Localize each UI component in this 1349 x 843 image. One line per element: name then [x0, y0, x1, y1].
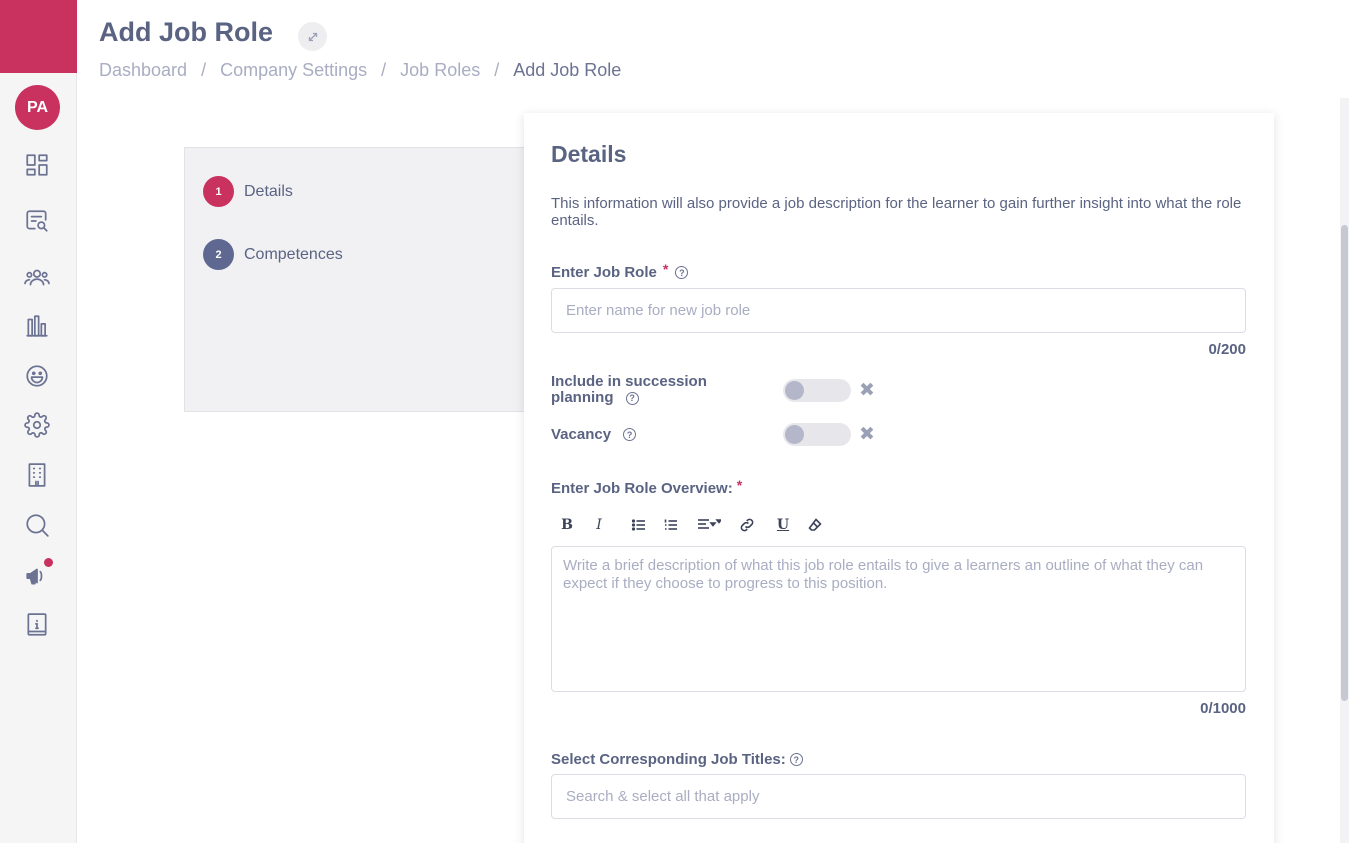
breadcrumb-separator: /	[201, 60, 207, 80]
details-card: Details This information will also provi…	[524, 113, 1274, 843]
megaphone-icon[interactable]	[22, 558, 53, 591]
page-scrollbar[interactable]	[1340, 98, 1349, 843]
bullet-list-icon	[631, 519, 645, 531]
job-role-label-text: Enter Job Role	[551, 264, 657, 281]
card-description: This information will also provide a job…	[551, 195, 1242, 229]
succession-toggle[interactable]	[783, 379, 851, 402]
eraser-icon	[808, 518, 822, 531]
job-role-input[interactable]	[551, 288, 1246, 333]
chart-icon[interactable]	[22, 311, 52, 341]
vacancy-toggle[interactable]	[783, 423, 851, 446]
gear-icon[interactable]	[22, 410, 52, 440]
editor-toolbar: B I U	[551, 513, 831, 537]
step-number: 2	[203, 239, 234, 270]
breadcrumb-company-settings[interactable]: Company Settings	[220, 60, 367, 81]
close-icon[interactable]: ✖	[859, 379, 875, 402]
step-number: 1	[203, 176, 234, 207]
link-button[interactable]	[731, 513, 763, 537]
underline-button[interactable]: U	[767, 513, 799, 537]
job-titles-label-text: Select Corresponding Job Titles:	[551, 751, 786, 768]
avatar[interactable]: PA	[15, 85, 60, 130]
job-role-counter: 0/200	[1208, 341, 1246, 358]
vacancy-label: Vacancy ?	[551, 426, 637, 443]
help-icon[interactable]: ?	[625, 391, 639, 405]
italic-button[interactable]: I	[583, 513, 615, 537]
clear-format-button[interactable]	[799, 513, 831, 537]
brand-logo[interactable]	[0, 0, 77, 73]
step-label: Details	[244, 182, 293, 200]
breadcrumb-current: Add Job Role	[513, 60, 622, 80]
step-details[interactable]: 1 Details	[203, 176, 293, 207]
overview-textarea[interactable]	[551, 546, 1246, 692]
succession-label: Include in succession planning ?	[551, 374, 751, 406]
close-icon[interactable]: ✖	[859, 423, 875, 446]
toggle-knob	[785, 425, 804, 444]
help-icon[interactable]: ?	[675, 266, 689, 279]
help-icon[interactable]: ?	[623, 428, 637, 441]
numbered-list-icon	[664, 519, 677, 530]
notification-dot	[44, 558, 53, 567]
overview-label-text: Enter Job Role Overview:	[551, 480, 733, 497]
breadcrumb-job-roles[interactable]: Job Roles	[400, 60, 480, 81]
info-book-icon[interactable]	[22, 610, 52, 640]
search-report-icon[interactable]	[22, 206, 52, 236]
smiley-icon[interactable]	[22, 361, 52, 391]
breadcrumb-separator: /	[381, 60, 387, 80]
required-mark: *	[662, 260, 669, 277]
sidebar: PA	[0, 0, 77, 843]
vacancy-label-text: Vacancy	[551, 426, 612, 443]
building-icon[interactable]	[22, 460, 52, 490]
align-dropdown[interactable]	[687, 513, 731, 537]
numbered-list-button[interactable]	[655, 513, 687, 537]
dashboard-icon[interactable]	[22, 150, 52, 180]
link-icon	[740, 518, 754, 532]
job-titles-search-input[interactable]	[551, 774, 1246, 819]
overview-label: Enter Job Role Overview: *	[551, 476, 743, 498]
expand-icon	[308, 32, 317, 41]
overview-counter: 0/1000	[1200, 700, 1246, 717]
help-icon[interactable]: ?	[789, 753, 803, 766]
required-mark: *	[736, 476, 743, 493]
users-icon[interactable]	[22, 262, 52, 292]
breadcrumb-separator: /	[494, 60, 500, 80]
breadcrumb: Dashboard / Company Settings / Job Roles…	[99, 60, 621, 81]
step-competences[interactable]: 2 Competences	[203, 239, 343, 270]
align-icon	[698, 519, 721, 529]
bold-button[interactable]: B	[551, 513, 583, 537]
step-label: Competences	[244, 245, 343, 263]
breadcrumb-dashboard[interactable]: Dashboard	[99, 60, 187, 81]
expand-button[interactable]	[298, 22, 327, 51]
card-title: Details	[551, 141, 627, 167]
bullet-list-button[interactable]	[623, 513, 655, 537]
toggle-knob	[785, 381, 804, 400]
job-titles-label: Select Corresponding Job Titles: ?	[551, 751, 803, 768]
search-icon[interactable]	[22, 510, 52, 540]
page-title: Add Job Role	[99, 17, 273, 47]
stepper-panel: 1 Details 2 Competences	[184, 147, 529, 412]
scrollbar-thumb[interactable]	[1341, 225, 1348, 701]
job-role-label: Enter Job Role * ?	[551, 260, 689, 281]
